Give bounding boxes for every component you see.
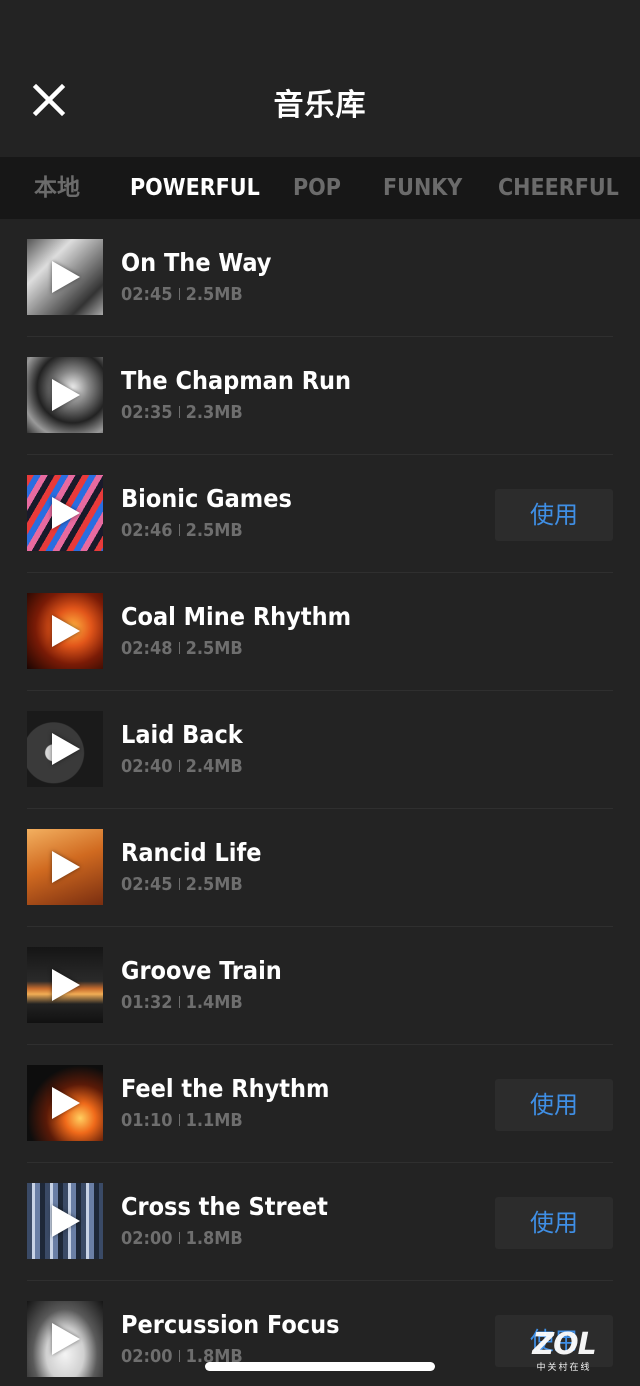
tab-local[interactable]: 本地 bbox=[34, 157, 80, 219]
track-row[interactable]: Cross the Street 02:00 1.8MB 使用 bbox=[0, 1163, 640, 1281]
track-cover-play-button[interactable] bbox=[27, 711, 103, 787]
track-size: 2.5MB bbox=[185, 520, 243, 541]
track-meta: 02:45 2.5MB bbox=[121, 284, 243, 305]
play-icon bbox=[52, 1087, 80, 1119]
track-row[interactable]: Coal Mine Rhythm 02:48 2.5MB bbox=[0, 573, 640, 691]
track-size: 1.4MB bbox=[185, 992, 243, 1013]
track-duration: 01:32 bbox=[121, 992, 173, 1013]
track-size: 2.5MB bbox=[185, 874, 243, 895]
track-meta: 02:00 1.8MB bbox=[121, 1228, 243, 1249]
play-icon bbox=[52, 379, 80, 411]
track-size: 1.1MB bbox=[185, 1110, 243, 1131]
track-duration: 02:45 bbox=[121, 284, 173, 305]
track-title: Feel the Rhythm bbox=[121, 1074, 330, 1103]
track-cover-play-button[interactable] bbox=[27, 357, 103, 433]
track-meta: 02:45 2.5MB bbox=[121, 874, 243, 895]
track-meta: 01:10 1.1MB bbox=[121, 1110, 243, 1131]
meta-divider bbox=[178, 288, 180, 300]
meta-divider bbox=[178, 1114, 180, 1126]
track-row[interactable]: On The Way 02:45 2.5MB bbox=[0, 219, 640, 337]
tab-powerful[interactable]: POWERFUL bbox=[130, 157, 260, 219]
track-title: Cross the Street bbox=[121, 1192, 328, 1221]
watermark: ZOL 中关村在线 bbox=[524, 1327, 604, 1374]
use-button[interactable]: 使用 bbox=[495, 1079, 613, 1131]
track-cover-play-button[interactable] bbox=[27, 1183, 103, 1259]
track-row[interactable]: Feel the Rhythm 01:10 1.1MB 使用 bbox=[0, 1045, 640, 1163]
track-cover-play-button[interactable] bbox=[27, 239, 103, 315]
page-title: 音乐库 bbox=[273, 88, 367, 123]
track-row[interactable]: Laid Back 02:40 2.4MB bbox=[0, 691, 640, 809]
track-title: The Chapman Run bbox=[121, 366, 352, 395]
track-duration: 02:35 bbox=[121, 402, 173, 423]
track-meta: 02:35 2.3MB bbox=[121, 402, 243, 423]
track-cover-play-button[interactable] bbox=[27, 947, 103, 1023]
track-meta: 02:46 2.5MB bbox=[121, 520, 243, 541]
play-icon bbox=[52, 497, 80, 529]
track-list: On The Way 02:45 2.5MB The Chapman Run 02:35… bbox=[0, 219, 640, 1386]
meta-divider bbox=[178, 760, 180, 772]
play-icon bbox=[52, 261, 80, 293]
meta-divider bbox=[178, 996, 180, 1008]
music-library-screen: 音乐库 本地 POWERFUL POP FUNKY CHEERFUL On Th… bbox=[0, 0, 640, 1386]
meta-divider bbox=[178, 878, 180, 890]
track-meta: 02:48 2.5MB bbox=[121, 638, 243, 659]
play-icon bbox=[52, 969, 80, 1001]
track-title: Rancid Life bbox=[121, 838, 262, 867]
play-icon bbox=[52, 615, 80, 647]
track-title: Bionic Games bbox=[121, 484, 292, 513]
meta-divider bbox=[178, 524, 180, 536]
track-duration: 02:46 bbox=[121, 520, 173, 541]
header: 音乐库 bbox=[0, 0, 640, 157]
meta-divider bbox=[178, 642, 180, 654]
play-icon bbox=[52, 851, 80, 883]
meta-divider bbox=[178, 406, 180, 418]
track-duration: 01:10 bbox=[121, 1110, 173, 1131]
track-size: 2.4MB bbox=[185, 756, 243, 777]
play-icon bbox=[52, 733, 80, 765]
track-meta: 01:32 1.4MB bbox=[121, 992, 243, 1013]
meta-divider bbox=[178, 1350, 180, 1362]
use-button[interactable]: 使用 bbox=[495, 1197, 613, 1249]
tab-pop[interactable]: POP bbox=[293, 157, 341, 219]
watermark-logo: ZOL bbox=[532, 1327, 596, 1362]
track-duration: 02:45 bbox=[121, 874, 173, 895]
track-size: 1.8MB bbox=[185, 1228, 243, 1249]
track-row[interactable]: Bionic Games 02:46 2.5MB 使用 bbox=[0, 455, 640, 573]
track-meta: 02:40 2.4MB bbox=[121, 756, 243, 777]
track-cover-play-button[interactable] bbox=[27, 593, 103, 669]
track-row[interactable]: Groove Train 01:32 1.4MB bbox=[0, 927, 640, 1045]
track-duration: 02:48 bbox=[121, 638, 173, 659]
track-title: Laid Back bbox=[121, 720, 243, 749]
use-button[interactable]: 使用 bbox=[495, 489, 613, 541]
track-row[interactable]: The Chapman Run 02:35 2.3MB bbox=[0, 337, 640, 455]
track-duration: 02:00 bbox=[121, 1228, 173, 1249]
meta-divider bbox=[178, 1232, 180, 1244]
track-title: Coal Mine Rhythm bbox=[121, 602, 352, 631]
play-icon bbox=[52, 1323, 80, 1355]
track-cover-play-button[interactable] bbox=[27, 1301, 103, 1377]
track-size: 2.5MB bbox=[185, 284, 243, 305]
track-size: 2.3MB bbox=[185, 402, 243, 423]
genre-tabs: 本地 POWERFUL POP FUNKY CHEERFUL bbox=[0, 157, 640, 219]
track-size: 2.5MB bbox=[185, 638, 243, 659]
tab-cheerful[interactable]: CHEERFUL bbox=[498, 157, 619, 219]
track-row[interactable]: Rancid Life 02:45 2.5MB bbox=[0, 809, 640, 927]
tab-funky[interactable]: FUNKY bbox=[383, 157, 462, 219]
track-title: On The Way bbox=[121, 248, 272, 277]
track-cover-play-button[interactable] bbox=[27, 475, 103, 551]
track-title: Groove Train bbox=[121, 956, 282, 985]
track-duration: 02:40 bbox=[121, 756, 173, 777]
track-title: Percussion Focus bbox=[121, 1310, 340, 1339]
track-duration: 02:00 bbox=[121, 1346, 173, 1367]
track-cover-play-button[interactable] bbox=[27, 829, 103, 905]
play-icon bbox=[52, 1205, 80, 1237]
home-indicator[interactable] bbox=[205, 1362, 435, 1371]
track-cover-play-button[interactable] bbox=[27, 1065, 103, 1141]
